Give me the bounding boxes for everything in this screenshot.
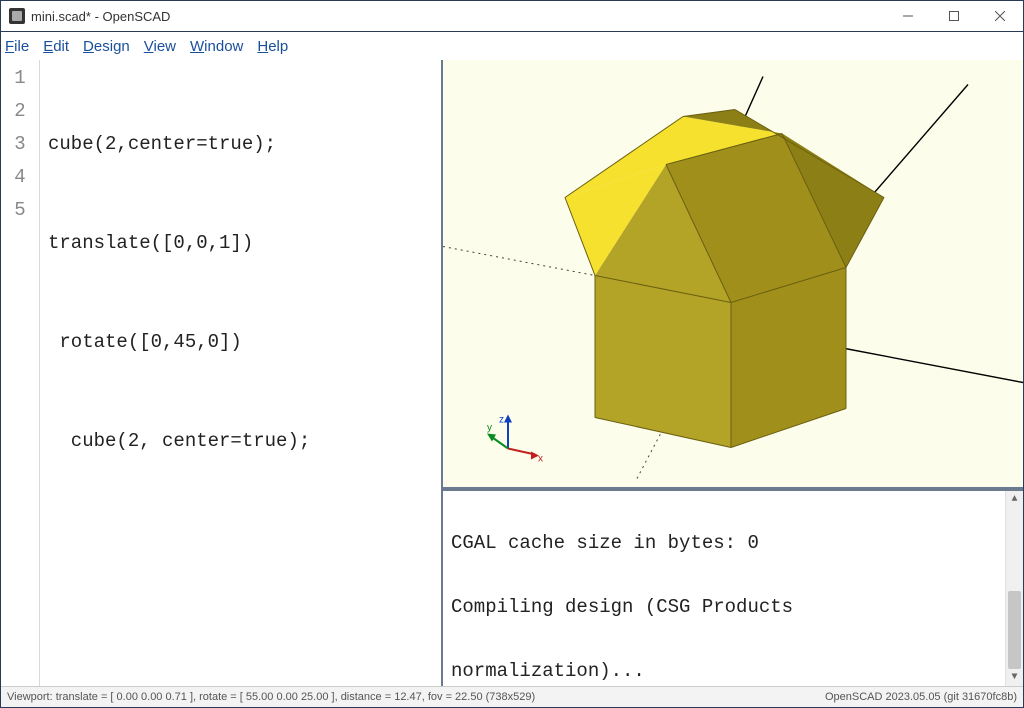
menu-window[interactable]: Window [190,38,243,55]
menu-help[interactable]: Help [257,38,288,55]
line-number: 2 [1,95,39,128]
3d-scene: z y x [443,60,1023,487]
menubar: File Edit Design View Window Help [1,32,1023,60]
minimize-button[interactable] [885,1,931,31]
close-button[interactable] [977,1,1023,31]
app-icon [9,8,25,24]
code-line: cube(2,center=true); [48,128,435,161]
line-number: 4 [1,161,39,194]
right-column: z y x CGAL cache size in bytes: 0 Compil… [443,60,1023,686]
editor-code[interactable]: cube(2,center=true); translate([0,0,1]) … [40,60,441,686]
console-line: Compiling design (CSG Products [451,591,999,623]
code-editor[interactable]: 1 2 3 4 5 cube(2,center=true); translate… [1,60,443,686]
line-number: 1 [1,62,39,95]
app-window: mini.scad* - OpenSCAD File Edit Design V… [0,0,1024,708]
titlebar[interactable]: mini.scad* - OpenSCAD [1,1,1023,32]
scroll-up-icon[interactable]: ▲ [1006,491,1023,508]
axis-gizmo: z y x [487,415,543,465]
code-line: rotate([0,45,0]) [48,326,435,359]
console-output[interactable]: CGAL cache size in bytes: 0 Compiling de… [443,491,1005,686]
statusbar: Viewport: translate = [ 0.00 0.00 0.71 ]… [1,686,1023,707]
axis-x-label: x [538,454,543,465]
3d-viewport[interactable]: z y x [443,60,1023,487]
code-line: cube(2, center=true); [48,425,435,458]
status-left: Viewport: translate = [ 0.00 0.00 0.71 ]… [7,691,535,703]
line-number: 3 [1,128,39,161]
axis-z-label: z [499,415,504,426]
maximize-button[interactable] [931,1,977,31]
workarea: 1 2 3 4 5 cube(2,center=true); translate… [1,60,1023,686]
window-title: mini.scad* - OpenSCAD [31,9,170,24]
scroll-thumb[interactable] [1008,591,1021,669]
editor-gutter: 1 2 3 4 5 [1,60,40,686]
axis-y-label: y [487,423,492,434]
code-line: translate([0,0,1]) [48,227,435,260]
console-panel: CGAL cache size in bytes: 0 Compiling de… [443,491,1023,686]
console-line: CGAL cache size in bytes: 0 [451,527,999,559]
menu-edit[interactable]: Edit [43,38,69,55]
console-scrollbar[interactable]: ▲ ▼ [1005,491,1023,686]
scroll-down-icon[interactable]: ▼ [1006,669,1023,686]
status-right: OpenSCAD 2023.05.05 (git 31670fc8b) [825,691,1017,703]
line-number: 5 [1,194,39,227]
menu-design[interactable]: Design [83,38,130,55]
menu-view[interactable]: View [144,38,176,55]
window-buttons [885,1,1023,31]
console-line: normalization)... [451,655,999,686]
menu-file[interactable]: File [5,38,29,55]
